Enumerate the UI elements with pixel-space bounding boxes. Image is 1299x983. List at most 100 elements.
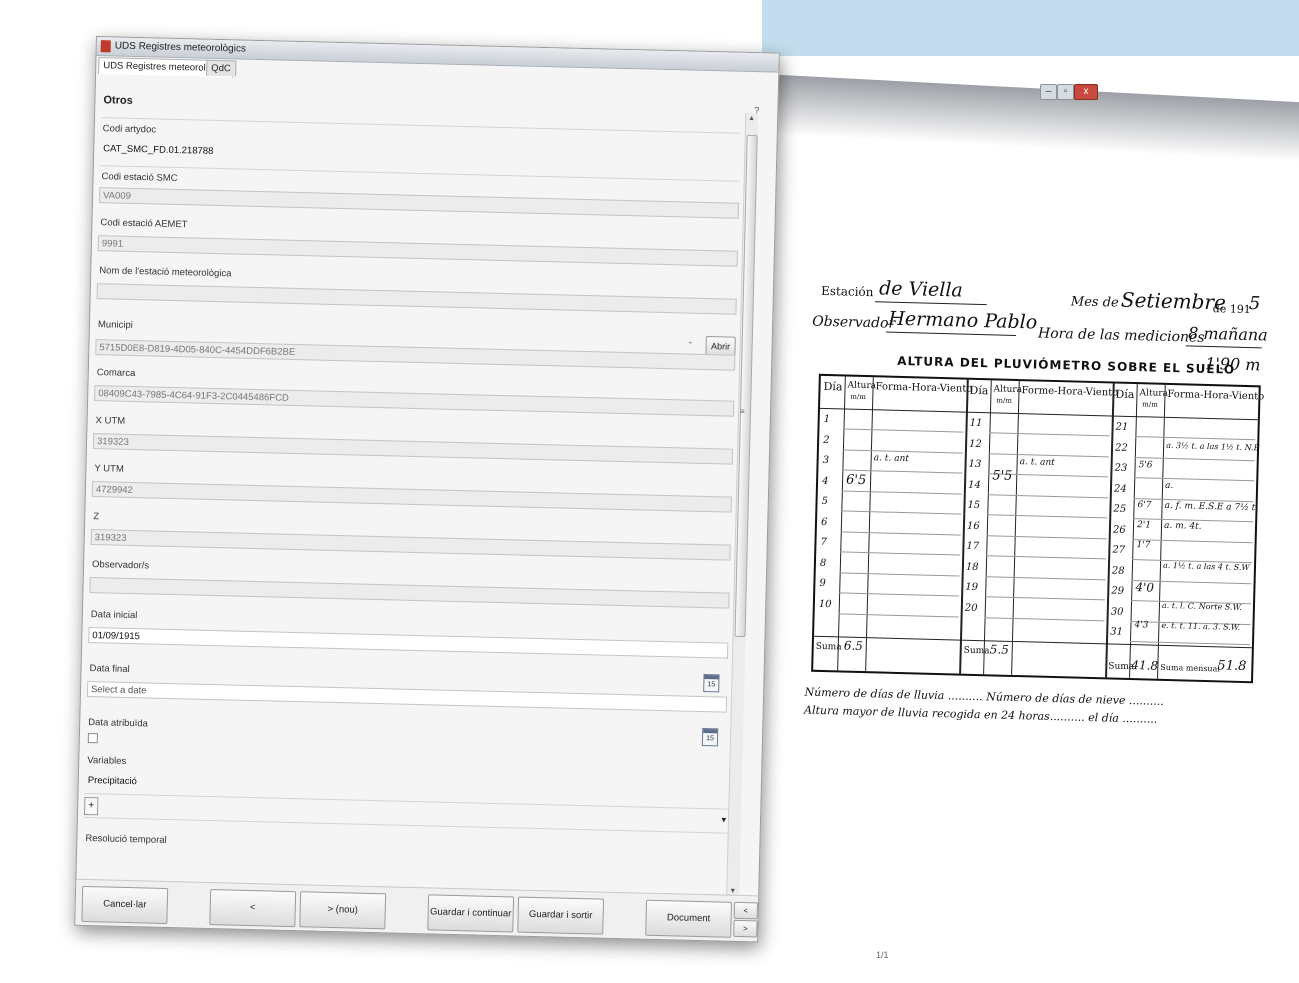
hdr-forma-1: Forma-Hora-Viento — [875, 381, 973, 395]
next-new-button[interactable]: > (nou) — [299, 891, 387, 930]
suma-2: 5.5 — [989, 642, 1010, 657]
entry-day-3: a. t. ant — [873, 453, 910, 465]
window-title: UDS Registres meteorològics — [114, 40, 247, 55]
calendar-icon[interactable]: 15 — [703, 674, 720, 693]
day-number: 16 — [966, 520, 980, 532]
doc-estacion-label: Estación — [820, 283, 874, 300]
doc-altura-title: ALTURA DEL PLUVIÓMETRO SOBRE EL SUELO — [897, 353, 1236, 377]
doc-footer-line-2: Altura mayor de lluvia recogida en 24 ho… — [803, 703, 1158, 726]
codi-smc-label: Codi estació SMC — [101, 171, 178, 185]
doc-anio-label: de 191 — [1212, 302, 1251, 317]
entry-day-28: 4'0 — [1135, 580, 1155, 595]
entry-day-24-altura: 6'7 — [1137, 500, 1152, 511]
save-continue-button[interactable]: Guardar i continuar — [427, 894, 515, 933]
save-exit-button[interactable]: Guardar i sortir — [517, 896, 605, 935]
doc-next-button[interactable]: > — [733, 919, 758, 938]
data-inicial-label: Data inicial — [90, 609, 138, 622]
scroll-up-icon[interactable]: ▲ — [748, 115, 755, 122]
observador-label: Observador/s — [91, 559, 150, 572]
day-number: 10 — [818, 598, 832, 610]
chevron-down-icon: ⌄ — [686, 336, 694, 346]
codi-aemet-label: Codi estació AEMET — [100, 217, 188, 231]
suma-3: 41.8 — [1131, 658, 1159, 673]
day-number: 19 — [965, 581, 979, 594]
entry-day-25: a. m. 4t. — [1163, 520, 1202, 532]
entry-day-21: a. 3½ t. a las 1½ t. N.E — [1166, 440, 1260, 453]
hdr-dia-1: Día — [823, 379, 843, 394]
day-number: 17 — [966, 540, 980, 553]
observador-field[interactable] — [89, 577, 730, 609]
day-number: 13 — [968, 458, 982, 471]
tab-qdc[interactable]: QdC — [206, 59, 236, 77]
codi-smc-field[interactable]: VA009 — [98, 187, 740, 219]
day-number: 14 — [967, 479, 981, 491]
day-number: 29 — [1111, 585, 1125, 597]
calendar-icon-2[interactable]: 15 — [701, 728, 719, 747]
day-number: 7 — [820, 536, 828, 549]
doc-hora: 8 mañana — [1187, 323, 1268, 345]
hdr-forma-2: Forme-Hora-Viento — [1021, 385, 1119, 399]
add-variable-button[interactable]: + — [83, 796, 99, 816]
dropdown-arrow-icon: ▾ — [721, 814, 727, 825]
section-title: Otros — [103, 94, 133, 107]
data-final-label: Data final — [89, 663, 130, 676]
hdr-forma-3: Forma-Hora-Viento — [1167, 388, 1265, 403]
suma-mensual: 51.8 — [1217, 658, 1247, 675]
y-utm-label: Y UTM — [94, 463, 124, 475]
doc-observador-label: Observador — [812, 313, 896, 332]
doc-estacion: de Viella — [878, 277, 964, 302]
entry-day-30: e. t. t. 11. a. 3. S.W. — [1161, 620, 1241, 632]
entry-day-4: 6'5 — [845, 472, 867, 489]
z-label: Z — [93, 511, 100, 523]
variables-label: Variables — [87, 755, 127, 767]
hdr-altura-1: Altura — [847, 380, 877, 392]
hdr-dia-2: Día — [969, 383, 989, 398]
day-number: 20 — [964, 602, 978, 614]
entry-day-12: a. t. ant — [1019, 457, 1055, 469]
page-indicator: 1/1 — [876, 950, 889, 960]
nom-estacio-field[interactable] — [96, 283, 737, 315]
cancel-button[interactable]: Cancel·lar — [81, 885, 169, 925]
data-inicial-field[interactable]: 01/09/1915 — [88, 626, 729, 659]
day-number: 6 — [820, 516, 828, 528]
suma-mensual-label: Suma mensual — [1160, 662, 1221, 674]
entry-day-22: 5'6 — [1138, 460, 1153, 471]
document-button[interactable]: Document — [645, 899, 733, 938]
x-utm-label: X UTM — [95, 415, 126, 427]
z-field[interactable]: 319323 — [90, 529, 731, 561]
doc-prev-button[interactable]: < — [733, 901, 759, 920]
day-number: 30 — [1110, 606, 1124, 618]
codi-artydoc-label: Codi artydoc — [102, 123, 157, 136]
y-utm-field[interactable]: 4729942 — [91, 481, 732, 513]
entry-day-23: a. — [1164, 480, 1174, 492]
x-utm-field[interactable]: 319323 — [92, 433, 734, 465]
entry-day-25-altura: 2'1 — [1136, 520, 1152, 531]
day-number: 24 — [1113, 483, 1127, 495]
doc-mes: Setiembre — [1120, 287, 1227, 315]
day-number: 1 — [823, 413, 831, 426]
footer-bar: Cancel·lar < > (nou) Guardar i continuar… — [75, 878, 759, 941]
day-number: 8 — [819, 557, 827, 569]
comarca-field[interactable]: 08409C43-7985-4C64-91F3-2C0445486FCD — [94, 385, 735, 417]
codi-aemet-field[interactable]: 9991 — [97, 235, 738, 267]
day-number: 3 — [822, 454, 830, 467]
records-dialog: UDS Registres meteorològics UDS Registre… — [74, 36, 780, 943]
hdr-unit-1: m/m — [850, 392, 867, 402]
data-final-field[interactable]: Select a date — [86, 680, 728, 713]
nom-estacio-label: Nom de l'estació meteorològica — [99, 265, 232, 280]
doc-altura-value: 1'90 m — [1205, 353, 1261, 375]
day-number: 28 — [1111, 565, 1125, 577]
day-number: 23 — [1114, 462, 1128, 474]
day-number: 27 — [1112, 544, 1126, 556]
entry-day-26: 1'7 — [1136, 540, 1151, 551]
day-number: 5 — [821, 495, 829, 508]
previous-button[interactable]: < — [209, 889, 297, 928]
data-atribuida-checkbox[interactable] — [87, 733, 98, 744]
rain-table: Día Altura m/m Forma-Hora-Viento Día Alt… — [811, 373, 1265, 684]
doc-mes-label: Mes de — [1070, 294, 1119, 311]
day-number: 22 — [1114, 442, 1128, 454]
data-atribuida-label: Data atribuïda — [88, 717, 149, 730]
entry-day-30-altura: 4'3 — [1134, 620, 1149, 631]
day-number: 31 — [1110, 626, 1124, 638]
day-number: 15 — [967, 499, 981, 512]
